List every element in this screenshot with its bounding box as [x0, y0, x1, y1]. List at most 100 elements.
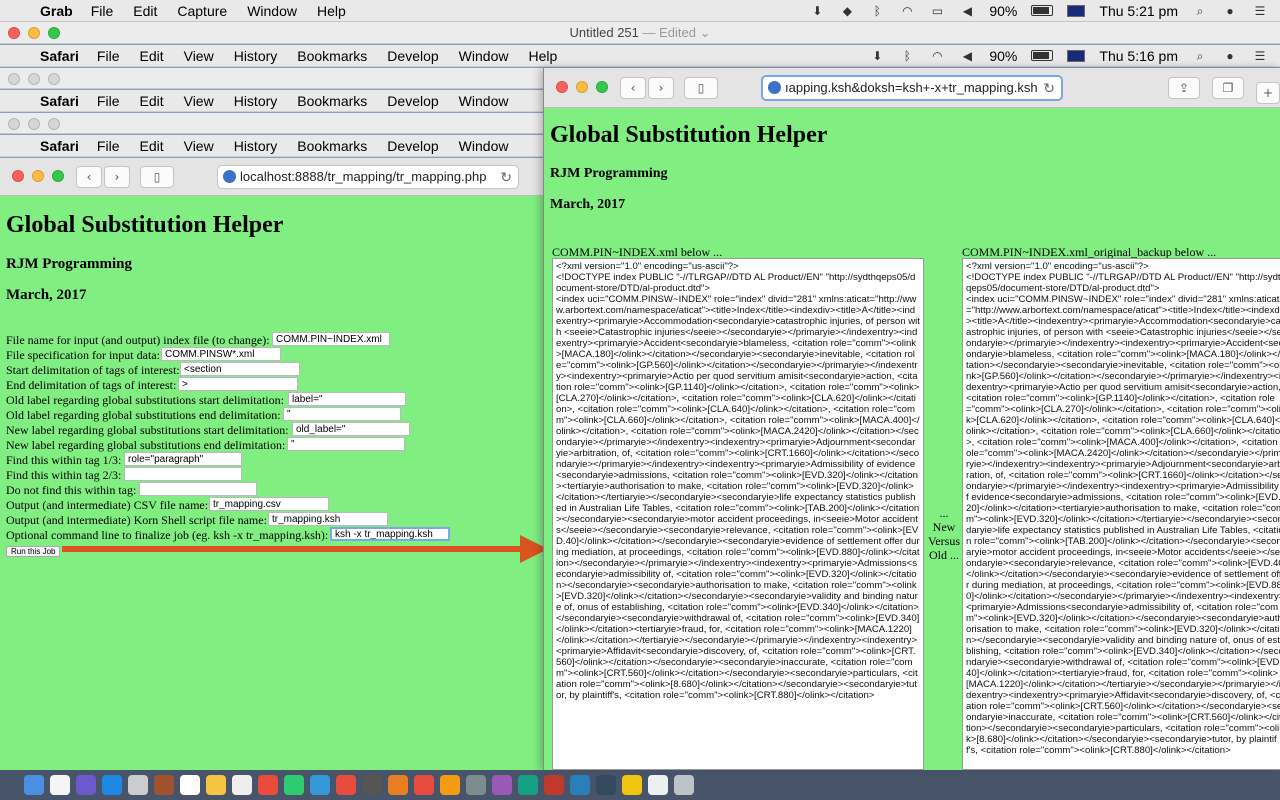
forward-icon[interactable]: › [104, 166, 130, 188]
safari-menu-file[interactable]: File [97, 48, 120, 64]
menubar-app-name[interactable]: Grab [40, 3, 73, 19]
back-icon[interactable]: ‹ [76, 166, 102, 188]
safari-menu-view[interactable]: View [184, 48, 214, 64]
minimize-window-button[interactable] [28, 73, 40, 85]
safari-menu-file[interactable]: File [97, 93, 120, 109]
safari-menu-file[interactable]: File [97, 138, 120, 154]
run-job-button[interactable]: Run this Job [6, 546, 61, 557]
safari-menu-view[interactable]: View [184, 93, 214, 109]
volume-icon[interactable]: ◀ [959, 49, 975, 63]
forward-icon[interactable]: › [648, 77, 674, 99]
music-icon[interactable] [336, 775, 356, 795]
wifi-icon[interactable]: ◠ [929, 49, 945, 63]
menu-edit[interactable]: Edit [133, 3, 157, 19]
bluetooth-icon[interactable]: ᛒ [869, 4, 885, 18]
safari-battery-percent[interactable]: 90% [989, 48, 1017, 64]
airplay-icon[interactable]: ▭ [929, 4, 945, 18]
safari-menu-develop[interactable]: Develop [387, 93, 438, 109]
messages-icon[interactable] [310, 775, 330, 795]
input-source-flag-icon[interactable] [1067, 49, 1086, 62]
close-window-button[interactable] [556, 81, 568, 93]
safari-menu-window[interactable]: Window [459, 48, 509, 64]
index-file-input[interactable] [272, 332, 390, 346]
end-delim-input[interactable] [178, 377, 298, 391]
battery-icon[interactable] [1031, 5, 1054, 16]
misc-app-icon[interactable] [622, 775, 642, 795]
left-address-bar[interactable]: localhost:8888/tr_mapping/tr_mapping.php… [217, 165, 519, 189]
safari-menu-help[interactable]: Help [528, 48, 557, 64]
safari-menu-window[interactable]: Window [459, 138, 509, 154]
menu-file[interactable]: File [91, 3, 114, 19]
notes-icon[interactable] [206, 775, 226, 795]
document-icon[interactable] [50, 775, 70, 795]
spotlight-icon[interactable]: ⌕ [1192, 49, 1208, 63]
safari-clock[interactable]: Thu 5:16 pm [1099, 48, 1178, 64]
bluetooth-icon[interactable]: ᛒ [899, 49, 915, 63]
downloads-folder-icon[interactable] [648, 775, 668, 795]
notification-center-icon[interactable]: ☰ [1252, 4, 1268, 18]
safari-menu-develop[interactable]: Develop [387, 48, 438, 64]
contacts-icon[interactable] [154, 775, 174, 795]
zoom-window-button[interactable] [48, 118, 60, 130]
input-source-flag-icon[interactable] [1067, 4, 1086, 17]
input-spec-input[interactable] [161, 347, 281, 361]
csv-file-input[interactable] [209, 497, 329, 511]
new-start-input[interactable] [292, 422, 410, 436]
old-xml-textarea[interactable]: <?xml version="1.0" encoding="us-ascii"?… [962, 258, 1280, 770]
filezilla-icon[interactable] [388, 775, 408, 795]
edited-status[interactable]: — Edited ⌄ [643, 25, 711, 40]
safari-menu-window[interactable]: Window [459, 93, 509, 109]
wifi-icon[interactable]: ◠ [899, 4, 915, 18]
safari-menu-bookmarks[interactable]: Bookmarks [297, 48, 367, 64]
find-1-input[interactable] [124, 452, 242, 466]
safari-menu-history[interactable]: History [234, 93, 278, 109]
safari-menu-history[interactable]: History [234, 138, 278, 154]
settings-icon[interactable] [518, 775, 538, 795]
volume-icon[interactable]: ◀ [959, 4, 975, 18]
safari-dock-icon[interactable] [102, 775, 122, 795]
calendar-icon[interactable] [180, 775, 200, 795]
terminal-icon[interactable] [362, 775, 382, 795]
safari-menu-history[interactable]: History [234, 48, 278, 64]
vlc-icon[interactable] [440, 775, 460, 795]
ksh-file-input[interactable] [268, 512, 388, 526]
finder-icon[interactable] [24, 775, 44, 795]
minimize-window-button[interactable] [576, 81, 588, 93]
reminders-icon[interactable] [232, 775, 252, 795]
safari-app-name[interactable]: Safari [40, 48, 79, 64]
close-window-button[interactable] [8, 118, 20, 130]
zoom-window-button[interactable] [596, 81, 608, 93]
minimize-window-button[interactable] [32, 170, 44, 182]
old-start-input[interactable] [288, 392, 406, 406]
safari-menu-bookmarks[interactable]: Bookmarks [297, 93, 367, 109]
siri-icon[interactable]: ● [1222, 49, 1238, 63]
share-icon[interactable]: ⇪ [1168, 77, 1200, 99]
facetime-icon[interactable] [284, 775, 304, 795]
menu-capture[interactable]: Capture [177, 3, 227, 19]
safari-menu-edit[interactable]: Edit [139, 138, 163, 154]
close-window-button[interactable] [8, 73, 20, 85]
minimize-window-button[interactable] [28, 118, 40, 130]
spotlight-icon[interactable]: ⌕ [1192, 4, 1208, 18]
menu-help[interactable]: Help [317, 3, 346, 19]
new-xml-textarea[interactable]: <?xml version="1.0" encoding="us-ascii"?… [552, 258, 924, 770]
opera-icon[interactable] [544, 775, 564, 795]
app-store-icon[interactable] [466, 775, 486, 795]
github-icon[interactable] [596, 775, 616, 795]
notification-center-icon[interactable]: ☰ [1252, 49, 1268, 63]
tabs-icon[interactable]: ❐ [1212, 77, 1244, 99]
new-end-input[interactable] [287, 437, 405, 451]
right-address-bar[interactable]: ıapping.ksh&doksh=ksh+-x+tr_mapping.ksh … [761, 75, 1063, 101]
battery-icon[interactable] [1031, 50, 1054, 61]
back-icon[interactable]: ‹ [620, 77, 646, 99]
dropbox-icon[interactable]: ◆ [839, 4, 855, 18]
zoom-window-button[interactable] [48, 73, 60, 85]
download-icon[interactable]: ⬇ [809, 4, 825, 18]
new-tab-icon[interactable]: + [1256, 82, 1280, 104]
vscode-icon[interactable] [570, 775, 590, 795]
photos-icon[interactable] [258, 775, 278, 795]
trash-icon[interactable] [674, 775, 694, 795]
menu-window[interactable]: Window [247, 3, 297, 19]
php-icon[interactable] [492, 775, 512, 795]
safari-menu-develop[interactable]: Develop [387, 138, 438, 154]
